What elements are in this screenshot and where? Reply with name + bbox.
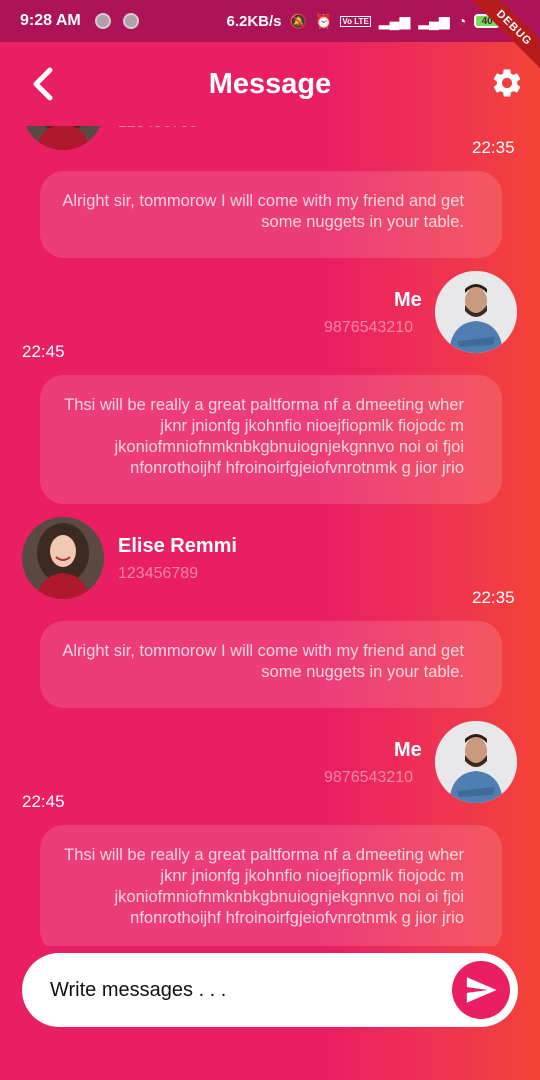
app-bar: Message [0,42,540,126]
sender-phone: 123456789 [118,565,199,582]
notification-dot-icon [122,13,139,29]
message-time: 22:45 [22,792,65,811]
avatar[interactable] [22,517,104,599]
back-button[interactable] [28,64,60,104]
sender-phone: 123456789 [118,126,198,132]
user-photo-icon [22,126,104,150]
alarm-icon: ⏰ [314,12,333,29]
mute-icon: 🔕 [289,12,307,29]
page-title: Message [208,67,332,100]
status-bar: 9:28 AM 6.2KB/s 🔕 ⏰ Vo LTE ▂▄▆ ▂▄▆ ◔ 40 … [0,0,540,42]
sender-name: Me [394,739,422,761]
message-bubble[interactable]: Thsi will be really a great paltforma nf… [40,825,502,946]
message-bubble[interactable]: Alright sir, tommorow I will come with m… [40,171,502,258]
notification-dot-icon [94,13,111,29]
message-list[interactable]: 123456789 22:35 Alright sir, tommorow I … [0,126,540,946]
wifi-icon: ◔ [457,13,467,29]
network-speed: 6.2KB/s [226,12,282,30]
avatar[interactable] [22,126,104,150]
message-time: 22:35 [472,588,515,607]
gear-icon [493,69,521,97]
message-time: 22:35 [472,138,515,157]
sender-phone: 9876543210 [324,769,413,786]
user-photo-icon [435,721,517,803]
send-button[interactable] [452,961,510,1019]
signal-icon: ▂▄▆ [418,12,450,29]
settings-button[interactable] [490,66,524,100]
avatar[interactable] [435,271,517,353]
send-icon [466,977,497,1003]
sender-phone: 9876543210 [324,319,413,336]
message-bubble[interactable]: Alright sir, tommorow I will come with m… [40,621,502,708]
sender-name: Elise Remmi [118,535,237,557]
user-photo-icon [435,271,517,353]
volte-icon: Vo LTE [340,15,371,27]
status-time: 9:28 AM [20,12,81,29]
status-indicators: 6.2KB/s 🔕 ⏰ Vo LTE ▂▄▆ ▂▄▆ ◔ 40 ⚡ [227,0,519,42]
chevron-left-icon [33,67,53,101]
message-bubble[interactable]: Thsi will be really a great paltforma nf… [40,375,502,504]
avatar[interactable] [435,721,517,803]
sender-name: Me [394,289,422,311]
message-time: 22:45 [22,342,65,361]
user-photo-icon [22,517,104,599]
message-input[interactable] [50,978,430,1002]
message-composer [22,953,518,1027]
signal-icon: ▂▄▆ [378,12,411,29]
